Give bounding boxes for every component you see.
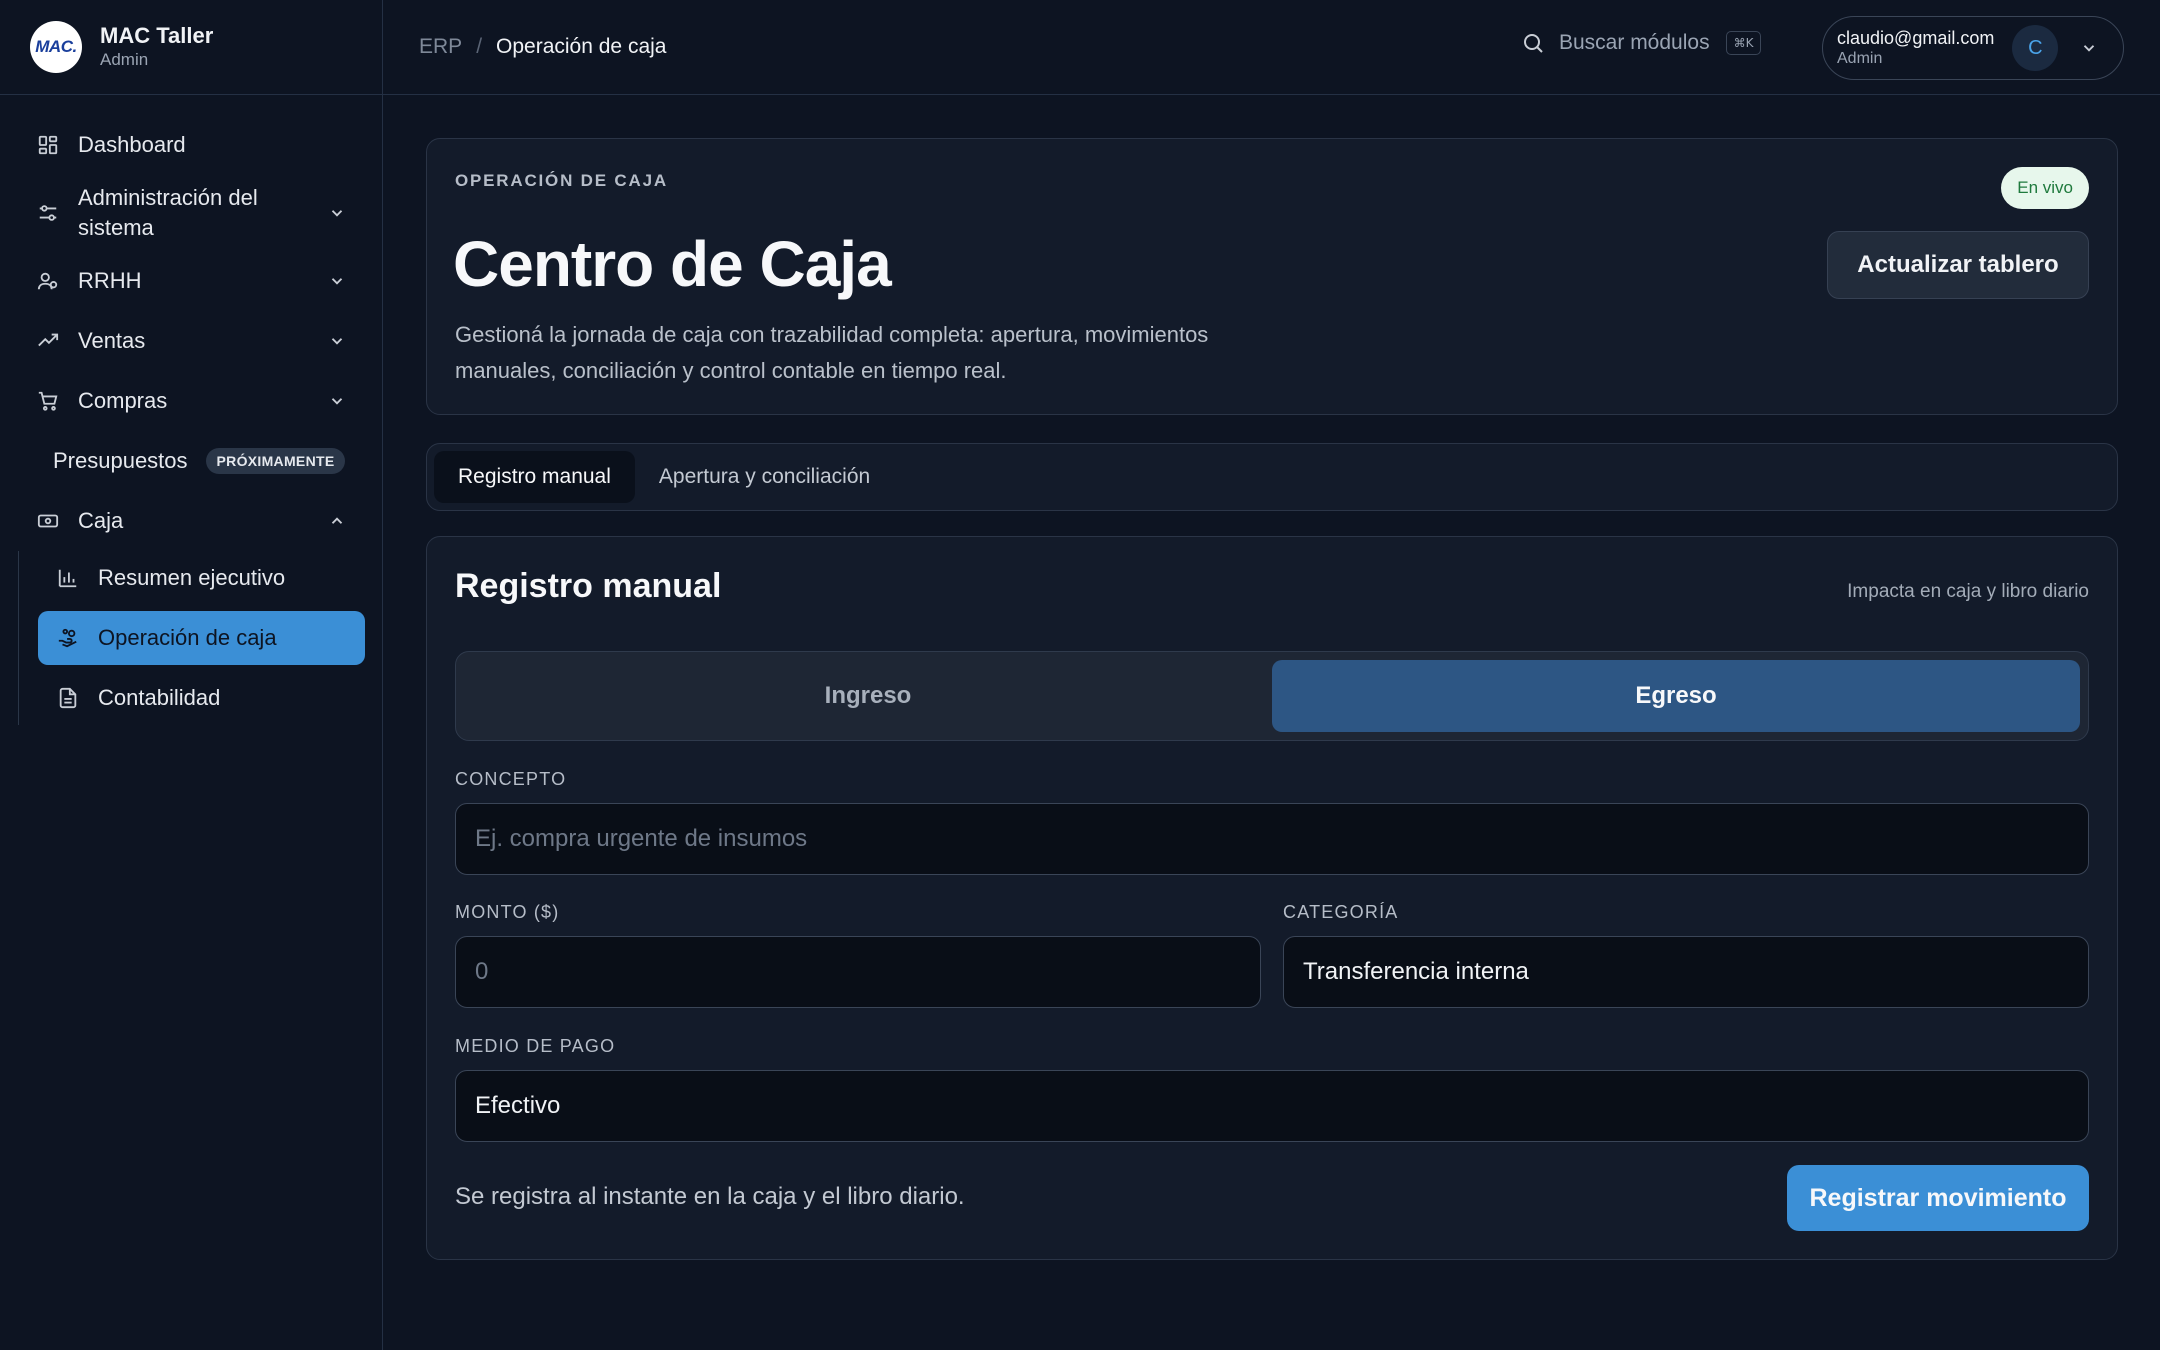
sidebar-item-label: Presupuestos <box>53 448 188 473</box>
sidebar-item-presupuestos[interactable]: Presupuestos PRÓXIMAMENTE <box>0 431 382 491</box>
trend-icon <box>36 329 60 353</box>
sidebar-item-label: Caja <box>78 508 124 533</box>
manual-entry-card: Registro manual Impacta en caja y libro … <box>426 536 2118 1260</box>
topbar: ERP / Operación de caja Buscar módulos ⌘… <box>383 0 2160 95</box>
cash-icon <box>36 509 60 533</box>
sidebar-nav: Dashboard Administración del sistema RRH… <box>0 95 382 725</box>
sidebar-item-resumen-ejecutivo[interactable]: Resumen ejecutivo <box>38 551 365 605</box>
dashboard-icon <box>36 133 60 157</box>
tab-registro-manual[interactable]: Registro manual <box>434 451 635 503</box>
hero-description: Gestioná la jornada de caja con trazabil… <box>455 322 1209 383</box>
brand-role: Admin <box>100 50 149 69</box>
sidebar-item-contabilidad[interactable]: Contabilidad <box>38 671 365 725</box>
type-egreso-button[interactable]: Egreso <box>1272 660 2080 732</box>
sidebar-item-caja[interactable]: Caja <box>0 491 382 551</box>
document-icon <box>56 686 80 710</box>
sidebar-item-dashboard[interactable]: Dashboard <box>0 115 382 175</box>
concepto-input[interactable]: Ej. compra urgente de insumos <box>455 803 2089 875</box>
sidebar-item-ventas[interactable]: Ventas <box>0 311 382 371</box>
coming-soon-badge: PRÓXIMAMENTE <box>205 448 346 474</box>
sidebar-item-operacion-de-caja[interactable]: Operación de caja <box>38 611 365 665</box>
chevron-down-icon <box>328 332 346 350</box>
hand-coins-icon <box>56 626 80 650</box>
module-search[interactable]: Buscar módulos ⌘K <box>1521 31 1762 55</box>
tab-bar: Registro manual Apertura y conciliación <box>426 443 2118 511</box>
breadcrumb-current: Operación de caja <box>496 35 667 58</box>
form-footer-note: Se registra al instante en la caja y el … <box>455 1183 965 1210</box>
chevron-up-icon <box>328 512 346 530</box>
chevron-down-icon <box>2080 39 2098 57</box>
hero-eyebrow: OPERACIÓN DE CAJA <box>455 171 668 190</box>
breadcrumb-root[interactable]: ERP <box>419 35 462 59</box>
sidebar-item-label: Operación de caja <box>98 625 277 650</box>
caja-submenu: Resumen ejecutivo Operación de caja Cont… <box>18 551 382 725</box>
sidebar-item-rrhh[interactable]: RRHH <box>0 251 382 311</box>
hero-card: OPERACIÓN DE CAJA Centro de Caja Gestion… <box>426 138 2118 415</box>
search-label: Buscar módulos <box>1559 31 1710 54</box>
form-title: Registro manual <box>455 567 722 605</box>
user-email: claudio@gmail.com <box>1837 28 1995 48</box>
status-badge: En vivo <box>2001 167 2089 209</box>
breadcrumb-separator: / <box>476 35 483 58</box>
tab-apertura-conciliacion[interactable]: Apertura y conciliación <box>635 451 894 503</box>
search-shortcut: ⌘K <box>1725 31 1762 55</box>
chevron-down-icon <box>328 392 346 410</box>
chevron-down-icon <box>328 272 346 290</box>
medio-de-pago-label: MEDIO DE PAGO <box>455 1036 616 1056</box>
brand-logo: MAC. <box>30 21 82 73</box>
brand[interactable]: MAC. MAC Taller Admin <box>0 0 382 95</box>
breadcrumb: ERP / Operación de caja <box>419 35 666 59</box>
form-note: Impacta en caja y libro diario <box>1847 581 2089 602</box>
register-movement-button[interactable]: Registrar movimiento <box>1787 1165 2089 1231</box>
search-icon <box>1521 31 1545 55</box>
categoria-select[interactable]: Transferencia interna <box>1283 936 2089 1008</box>
chevron-down-icon <box>328 204 346 222</box>
users-icon <box>36 269 60 293</box>
sidebar-item-label: Compras <box>78 388 168 413</box>
refresh-dashboard-button[interactable]: Actualizar tablero <box>1827 231 2089 299</box>
monto-label: MONTO ($) <box>455 902 560 922</box>
avatar: C <box>2012 25 2059 71</box>
sidebar-item-label: RRHH <box>78 268 142 293</box>
sidebar-item-label: Ventas <box>78 328 146 353</box>
movement-type-toggle: Ingreso Egreso <box>455 651 2089 741</box>
sidebar: MAC. MAC Taller Admin Dashboard Administ… <box>0 0 383 1350</box>
page-title: Centro de Caja <box>453 228 892 300</box>
monto-input[interactable]: 0 <box>455 936 1261 1008</box>
cart-icon <box>36 389 60 413</box>
sidebar-item-label: Contabilidad <box>98 685 221 710</box>
type-ingreso-button[interactable]: Ingreso <box>464 660 1272 732</box>
sliders-icon <box>36 201 60 225</box>
brand-name: MAC Taller <box>100 23 214 48</box>
sidebar-item-label: Resumen ejecutivo <box>98 565 286 590</box>
categoria-label: CATEGORÍA <box>1283 902 1399 922</box>
concepto-label: CONCEPTO <box>455 769 567 789</box>
user-role: Admin <box>1837 50 1883 67</box>
bar-chart-icon <box>56 566 80 590</box>
user-menu[interactable]: claudio@gmail.com Admin C <box>1822 16 2124 80</box>
sidebar-item-compras[interactable]: Compras <box>0 371 382 431</box>
sidebar-item-administracion[interactable]: Administración del sistema <box>0 175 382 251</box>
sidebar-item-label: Dashboard <box>78 132 186 157</box>
sidebar-item-label: Administración del sistema <box>78 185 258 240</box>
medio-de-pago-select[interactable]: Efectivo <box>455 1070 2089 1142</box>
